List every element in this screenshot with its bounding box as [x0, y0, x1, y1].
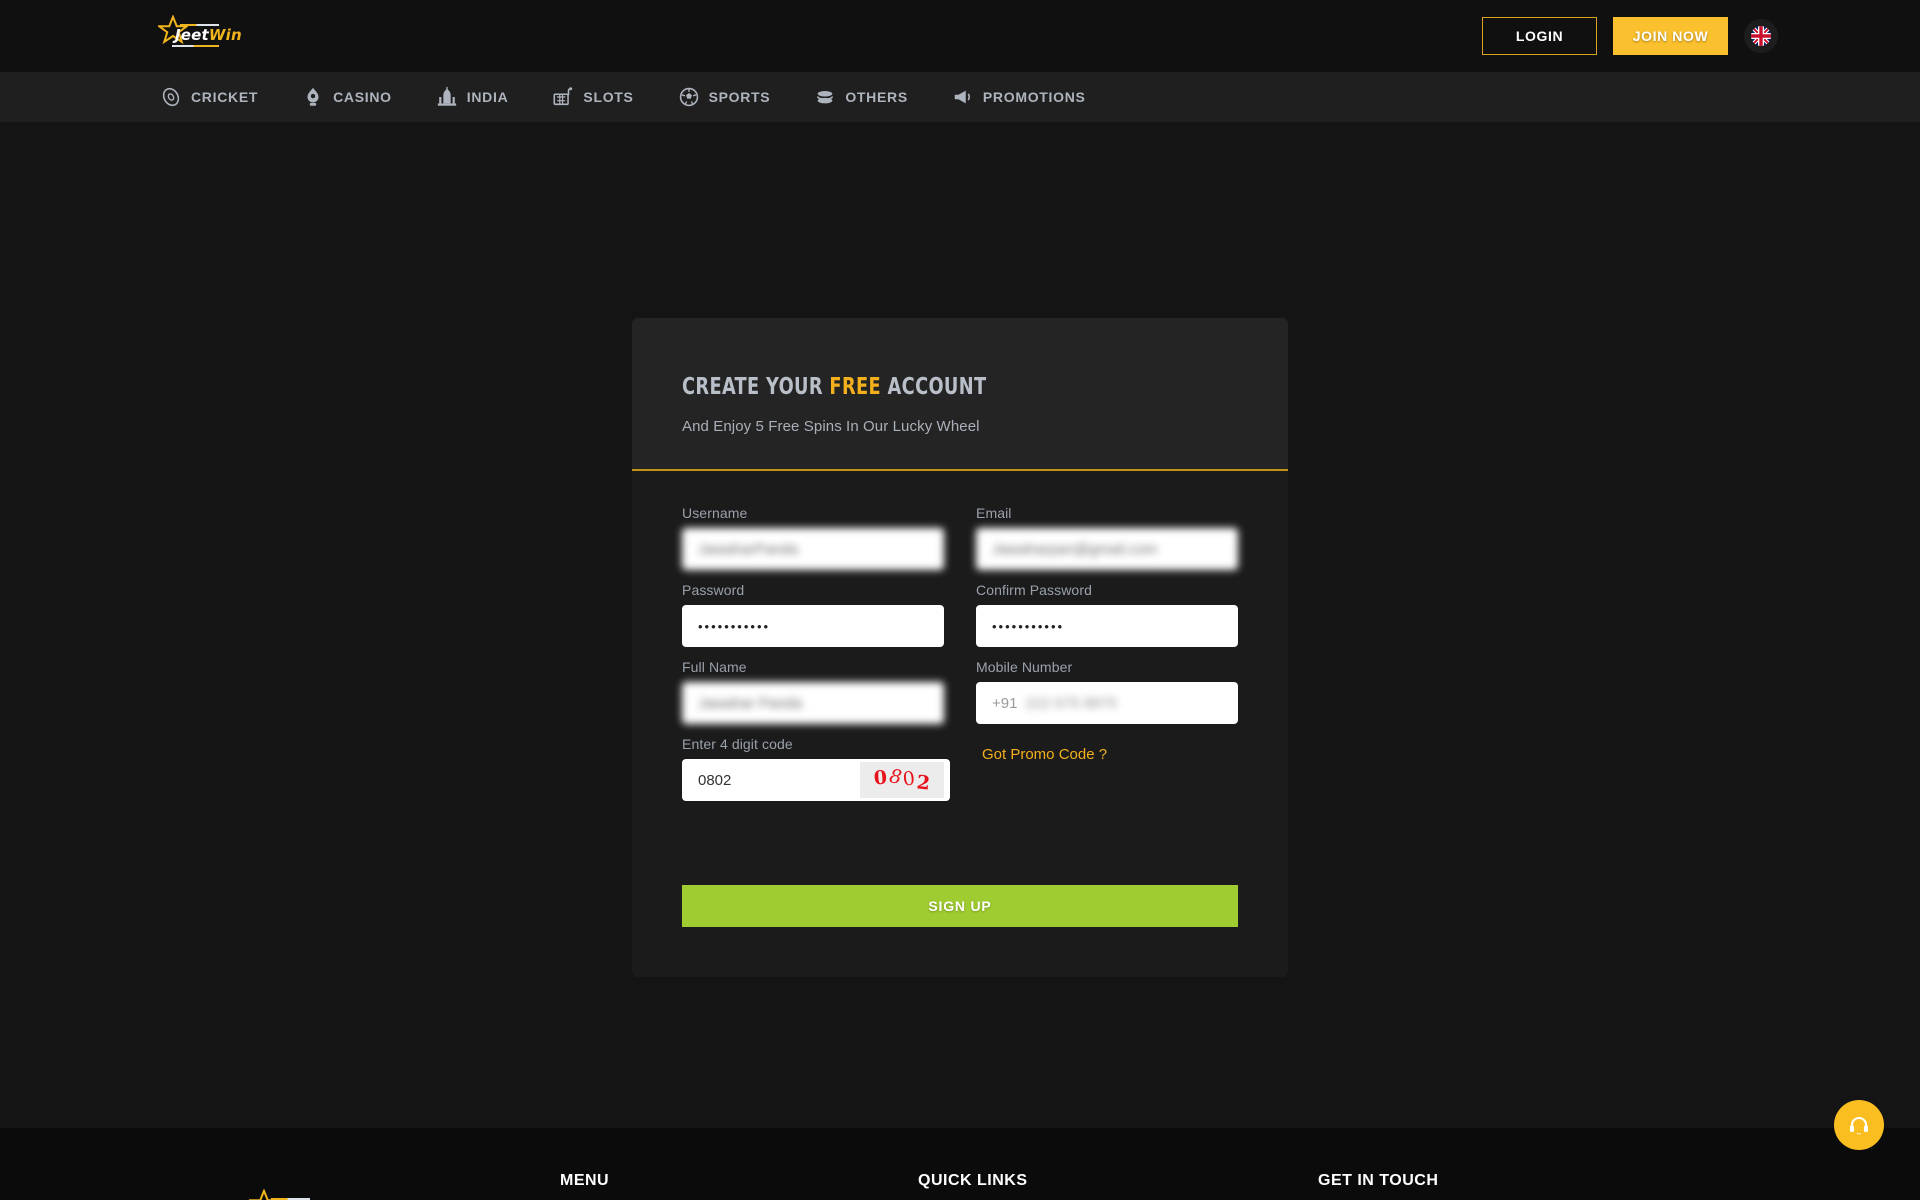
- casino-chip-icon: [307, 87, 319, 106]
- support-chat-button[interactable]: [1834, 1100, 1884, 1150]
- logo-text-jeet: Jeet: [175, 26, 209, 44]
- nav-item-slots[interactable]: SLOTS: [552, 86, 633, 108]
- captcha-digit: 2: [915, 770, 932, 795]
- signup-form: Username Email Password Confirm Password: [632, 471, 1288, 977]
- signup-card: CREATE YOUR FREE ACCOUNT And Enjoy 5 Fre…: [632, 318, 1288, 977]
- password-input[interactable]: [682, 605, 944, 647]
- footer-menu-column: MENU Live Casino Games Casino Slot Games: [560, 1172, 918, 1200]
- login-button[interactable]: LOGIN: [1482, 17, 1597, 55]
- username-field-group: Username: [682, 505, 944, 570]
- nav-label: INDIA: [466, 89, 509, 105]
- captcha-digit: 0: [901, 766, 917, 791]
- signup-card-header: CREATE YOUR FREE ACCOUNT And Enjoy 5 Fre…: [632, 318, 1288, 471]
- soccer-ball-icon: [679, 87, 698, 107]
- nav-label: CRICKET: [191, 89, 259, 105]
- username-label: Username: [682, 505, 748, 521]
- title-prefix: CREATE YOUR: [682, 374, 830, 400]
- captcha-value: 0802: [698, 771, 732, 789]
- header-actions: LOGIN JOIN NOW: [1482, 17, 1880, 55]
- site-header: JeetWin LOGIN JOIN NOW: [0, 0, 1920, 72]
- captcha-input[interactable]: 0802 0 8 0 2: [682, 759, 950, 801]
- captcha-digit: 0: [872, 766, 888, 789]
- footer-quick-links-column: QUICK LINKS Brand Ambassador FAQ: [918, 1172, 1318, 1200]
- sign-up-button[interactable]: SIGN UP: [682, 885, 1238, 927]
- confirm-password-label: Confirm Password: [976, 582, 1092, 598]
- taj-mahal-icon: [437, 86, 456, 106]
- captcha-field-group: Enter 4 digit code 0802 0 8 0 2: [682, 736, 950, 801]
- main-content: CREATE YOUR FREE ACCOUNT And Enjoy 5 Fre…: [0, 122, 1920, 1150]
- nav-item-cricket[interactable]: CRICKET: [160, 86, 258, 108]
- nav-item-others[interactable]: OTHERS: [814, 86, 908, 108]
- full-name-input[interactable]: [682, 682, 944, 724]
- uk-flag-icon: [1751, 26, 1771, 46]
- nav-item-india[interactable]: INDIA: [436, 86, 509, 108]
- megaphone-icon: [954, 90, 970, 104]
- language-selector[interactable]: [1744, 19, 1778, 53]
- full-name-field-group: Full Name: [682, 659, 944, 724]
- mobile-placeholder: 222 675 8975: [1025, 694, 1118, 712]
- nav-label: OTHERS: [845, 89, 908, 105]
- headset-icon: [1850, 1116, 1868, 1135]
- logo-text-win: Win: [208, 26, 242, 44]
- nav-label: SLOTS: [583, 89, 634, 105]
- footer-get-in-touch-title: GET IN TOUCH: [1318, 1172, 1439, 1189]
- nav-label: CASINO: [333, 89, 392, 105]
- join-now-button[interactable]: JOIN NOW: [1613, 17, 1728, 55]
- mobile-label: Mobile Number: [976, 659, 1073, 675]
- logo-text: JeetWin: [175, 26, 242, 44]
- form-row-1: Username Email: [682, 505, 1238, 570]
- header-logo[interactable]: JeetWin: [158, 14, 242, 58]
- confirm-password-input[interactable]: [976, 605, 1238, 647]
- poker-chips-icon: [817, 91, 834, 104]
- footer-logo[interactable]: JeetWin: [0, 1172, 560, 1200]
- promo-code-link[interactable]: Got Promo Code ?: [982, 736, 1238, 763]
- main-navigation: CRICKET CASINO INDIA SLOTS SPORTS OTHERS…: [0, 72, 1920, 122]
- confirm-password-field-group: Confirm Password: [976, 582, 1238, 647]
- email-input[interactable]: [976, 528, 1238, 570]
- jeetwin-logo-icon-footer[interactable]: JeetWin: [249, 1188, 311, 1200]
- page-title: CREATE YOUR FREE ACCOUNT: [682, 374, 1160, 400]
- signup-subtitle: And Enjoy 5 Free Spins In Our Lucky Whee…: [682, 418, 980, 435]
- mobile-input[interactable]: +91 222 675 8975: [976, 682, 1238, 724]
- nav-item-promotions[interactable]: PROMOTIONS: [952, 86, 1086, 108]
- site-footer: JeetWin MENU Live Casino Games Casino Sl…: [0, 1128, 1920, 1200]
- captcha-image: 0 8 0 2: [860, 762, 944, 798]
- slot-machine-icon: [553, 87, 573, 106]
- nav-label: SPORTS: [708, 89, 771, 105]
- cricket-ball-icon: [162, 87, 180, 107]
- promo-code-group: Got Promo Code ?: [982, 736, 1238, 763]
- email-field-group: Email: [976, 505, 1238, 570]
- footer-get-in-touch-column: GET IN TOUCH: [1318, 1172, 1676, 1200]
- country-code: +91: [992, 694, 1018, 712]
- captcha-digit: 8: [887, 764, 904, 789]
- form-row-4: Enter 4 digit code 0802 0 8 0 2 Got Prom…: [682, 736, 1238, 801]
- form-row-2: Password Confirm Password: [682, 582, 1238, 647]
- form-row-3: Full Name Mobile Number +91 222 675 8975: [682, 659, 1238, 724]
- email-label: Email: [976, 505, 1012, 521]
- mobile-field-group: Mobile Number +91 222 675 8975: [976, 659, 1238, 724]
- password-field-group: Password: [682, 582, 944, 647]
- logo-bar-bottom: [172, 45, 219, 47]
- nav-item-casino[interactable]: CASINO: [302, 86, 392, 108]
- title-suffix: ACCOUNT: [881, 374, 987, 400]
- username-input[interactable]: [682, 528, 944, 570]
- nav-item-sports[interactable]: SPORTS: [678, 86, 771, 108]
- full-name-label: Full Name: [682, 659, 747, 675]
- jeetwin-logo-icon[interactable]: JeetWin: [158, 14, 242, 58]
- nav-label: PROMOTIONS: [982, 89, 1086, 105]
- captcha-label: Enter 4 digit code: [682, 736, 793, 752]
- title-highlight: FREE: [829, 374, 882, 400]
- password-label: Password: [682, 582, 745, 598]
- footer-quick-links-title: QUICK LINKS: [918, 1172, 1028, 1189]
- footer-menu-title: MENU: [560, 1172, 610, 1189]
